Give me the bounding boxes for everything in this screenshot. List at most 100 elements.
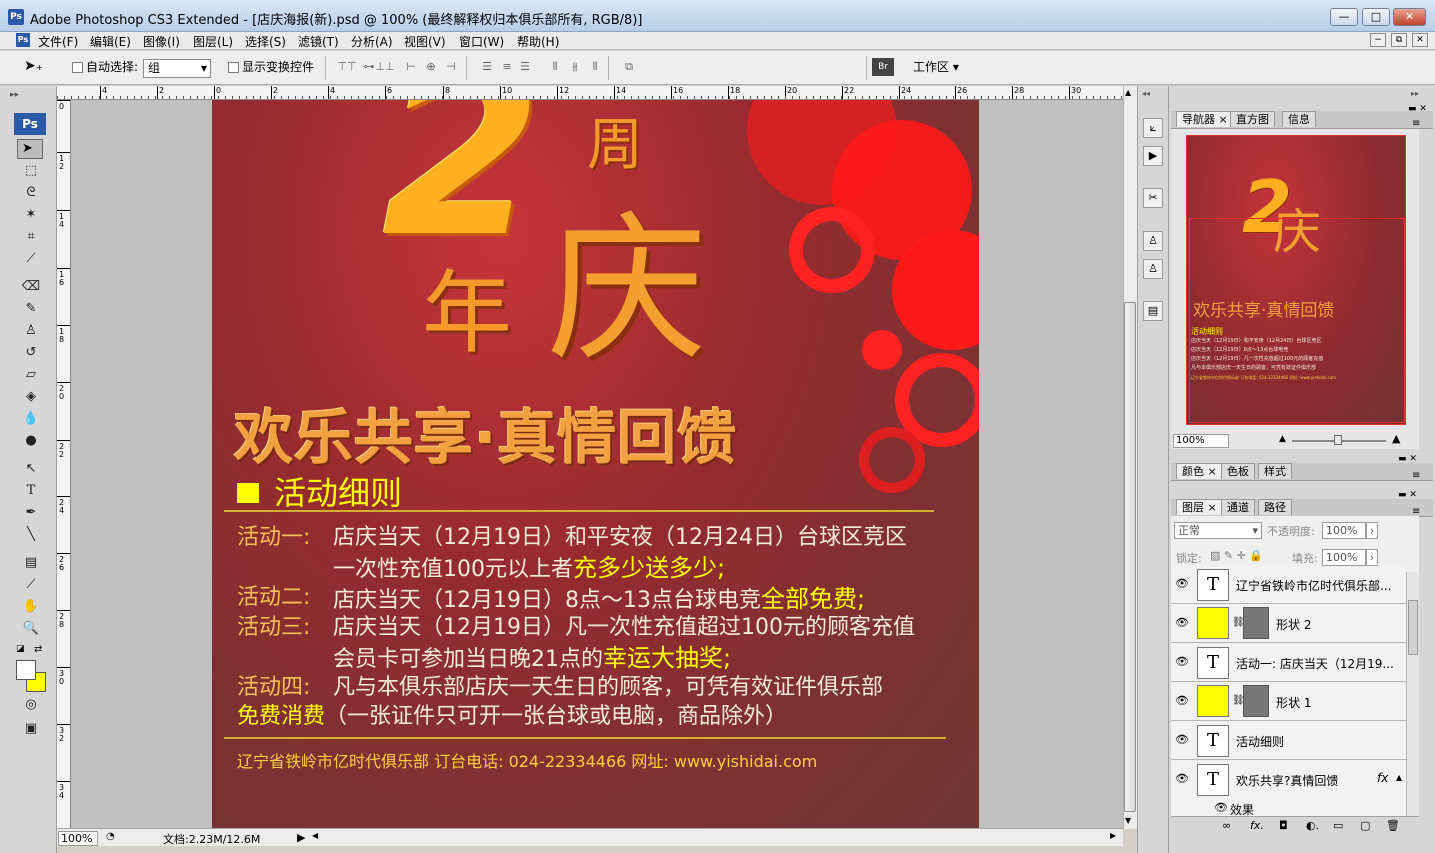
blend-mode-select[interactable]: 正常 ▾ xyxy=(1174,522,1262,539)
lock-icons[interactable]: ▨ ✎ ✛ 🔒 xyxy=(1210,549,1263,562)
add-style-icon[interactable]: fx. xyxy=(1250,819,1264,832)
layer-name[interactable]: 形状 1 xyxy=(1276,694,1311,711)
eye-icon[interactable]: 👁 xyxy=(1175,733,1189,747)
align-top-icon[interactable]: ⊤⊤ xyxy=(336,60,358,74)
auto-select-checkbox[interactable] xyxy=(72,62,83,73)
align-left-icon[interactable]: ⊢ xyxy=(400,60,422,74)
lasso-tool-icon[interactable]: ᘓ xyxy=(20,184,42,202)
collapse-dock-icon[interactable]: ◂◂ xyxy=(1142,89,1150,98)
expand-panels-icon[interactable]: ▸▸ xyxy=(1411,89,1419,98)
dodge-tool-icon[interactable]: ● xyxy=(20,432,42,450)
eye-icon[interactable]: 👁 xyxy=(1175,694,1189,708)
align-right-icon[interactable]: ⊣ xyxy=(440,60,462,74)
opacity-arrow-icon[interactable]: › xyxy=(1366,522,1378,539)
zoom-field[interactable]: 100% xyxy=(58,831,98,846)
layer-name[interactable]: 活动细则 xyxy=(1236,733,1284,750)
tab-styles[interactable]: 样式 xyxy=(1258,463,1292,479)
marquee-tool-icon[interactable]: ⬚ xyxy=(20,162,42,180)
tab-layers[interactable]: 图层 × xyxy=(1176,499,1223,515)
maximize-button[interactable]: □ xyxy=(1362,8,1390,26)
status-menu-icon[interactable]: ◔ xyxy=(106,831,115,842)
menu-edit[interactable]: 编辑(E) xyxy=(90,33,131,50)
eye-icon[interactable]: 👁 xyxy=(1175,655,1189,669)
align-bottom-icon[interactable]: ⊥⊥ xyxy=(374,60,396,74)
clone-source-icon[interactable]: ♙ xyxy=(1143,231,1163,251)
line-tool-icon[interactable]: ╲ xyxy=(20,526,42,544)
move-tool-icon[interactable]: ➤ xyxy=(17,139,43,159)
fill-field[interactable]: 100% xyxy=(1322,549,1366,566)
effect-eye-icon[interactable]: 👁 xyxy=(1214,801,1228,814)
menu-view[interactable]: 视图(V) xyxy=(404,33,446,50)
menu-layer[interactable]: 图层(L) xyxy=(193,33,233,50)
document-icon[interactable]: Ps xyxy=(16,33,30,47)
document-canvas[interactable]: 2 周 年 庆 欢乐共享·真情回馈 活动细则 活动一: 店庆当天（12月19日）… xyxy=(212,100,979,828)
distribute-right-icon[interactable]: ⫴ xyxy=(584,60,606,74)
navigator-zoom-field[interactable]: 100% xyxy=(1173,434,1229,448)
actions-icon[interactable]: ▶ xyxy=(1143,146,1163,166)
tab-histogram[interactable]: 直方图 xyxy=(1230,111,1275,127)
eye-icon[interactable]: 👁 xyxy=(1175,616,1189,630)
auto-align-layers-icon[interactable]: ⧉ xyxy=(618,60,640,74)
expand-effects-icon[interactable]: ▲ xyxy=(1396,773,1402,782)
healing-brush-tool-icon[interactable]: ⌫ xyxy=(20,278,42,296)
eye-icon[interactable]: 👁 xyxy=(1175,577,1189,591)
screen-mode-icon[interactable]: ▣ xyxy=(20,720,42,738)
new-layer-icon[interactable]: ▢ xyxy=(1360,819,1370,832)
add-mask-icon[interactable]: ◘ xyxy=(1279,819,1288,832)
clone-stamp-tool-icon[interactable]: ♙ xyxy=(20,322,42,340)
quick-mask-icon[interactable]: ◎ xyxy=(20,696,42,714)
menu-window[interactable]: 窗口(W) xyxy=(459,33,504,50)
auto-select-dropdown[interactable]: 组 ▾ xyxy=(143,59,211,78)
tool-presets-icon[interactable]: ✂ xyxy=(1143,188,1163,208)
collapse-toolbox-icon[interactable]: ▸▸ xyxy=(10,90,19,100)
fill-arrow-icon[interactable]: › xyxy=(1366,549,1378,566)
path-selection-tool-icon[interactable]: ↖ xyxy=(20,460,42,478)
bridge-icon[interactable]: Br xyxy=(872,58,894,76)
menu-image[interactable]: 图像(I) xyxy=(143,33,180,50)
zoom-out-icon[interactable]: ▲ xyxy=(1279,434,1286,444)
show-transform-checkbox[interactable] xyxy=(228,62,239,73)
layer-comps-icon[interactable]: ▤ xyxy=(1143,301,1163,321)
effects-fx-icon[interactable]: fx xyxy=(1377,771,1388,785)
minimize-button[interactable]: — xyxy=(1330,8,1358,26)
status-arrow-icon[interactable]: ▶ xyxy=(297,831,305,844)
panel-menu-icon[interactable]: ≡ xyxy=(1412,470,1420,481)
brush-presets-icon[interactable]: ⟀ xyxy=(1143,118,1163,138)
menu-analysis[interactable]: 分析(A) xyxy=(351,33,393,50)
layer-name[interactable]: 辽宁省铁岭市亿时代俱乐部... xyxy=(1236,577,1391,594)
scroll-down-arrow-icon[interactable]: ▼ xyxy=(1125,816,1131,825)
align-hcenter-icon[interactable]: ⊕ xyxy=(420,60,442,74)
layer-name[interactable]: 欢乐共享?真情回馈 xyxy=(1236,772,1338,789)
new-group-icon[interactable]: ▭ xyxy=(1333,819,1343,832)
panel-minimize-icon[interactable]: ▬ ✕ xyxy=(1408,104,1427,114)
menu-file[interactable]: 文件(F) xyxy=(38,33,78,50)
scroll-left-arrow-icon[interactable]: ◀ xyxy=(312,831,318,840)
workspace-menu[interactable]: 工作区 ▾ xyxy=(913,58,959,75)
notes-tool-icon[interactable]: ▤ xyxy=(20,554,42,572)
default-colors-icon[interactable]: ◪ xyxy=(16,644,25,654)
horizontal-scrollbar[interactable] xyxy=(310,830,1123,844)
paint-bucket-tool-icon[interactable]: ◈ xyxy=(20,388,42,406)
move-tool-preset-icon[interactable]: ➤₊ xyxy=(24,58,43,74)
doc-restore-button[interactable]: ⧉ xyxy=(1391,33,1407,47)
opacity-field[interactable]: 100% xyxy=(1322,522,1366,539)
layers-scroll-thumb[interactable] xyxy=(1408,600,1418,655)
magic-wand-tool-icon[interactable]: ✶ xyxy=(20,206,42,224)
zoom-tool-icon[interactable]: 🔍 xyxy=(20,620,42,638)
tab-color[interactable]: 颜色 × xyxy=(1176,463,1223,479)
history-icon[interactable]: ♙ xyxy=(1143,259,1163,279)
hand-tool-icon[interactable]: ✋ xyxy=(20,598,42,616)
scroll-right-arrow-icon[interactable]: ▶ xyxy=(1110,831,1116,840)
scroll-up-arrow-icon[interactable]: ▲ xyxy=(1125,88,1131,97)
distribute-bottom-icon[interactable]: ☰ xyxy=(514,60,536,74)
distribute-hcenter-icon[interactable]: ⫵ xyxy=(564,60,586,74)
doc-close-button[interactable]: ✕ xyxy=(1412,33,1428,47)
eyedropper-tool-icon[interactable]: ⟋ xyxy=(20,576,42,594)
link-layers-icon[interactable]: ∞ xyxy=(1222,819,1231,832)
navigator-zoom-knob[interactable] xyxy=(1334,435,1342,445)
blur-tool-icon[interactable]: 💧 xyxy=(20,410,42,428)
panel-menu-icon[interactable]: ≡ xyxy=(1412,118,1420,129)
foreground-color-swatch[interactable] xyxy=(16,660,36,680)
vertical-scroll-thumb[interactable] xyxy=(1124,302,1136,812)
type-tool-icon[interactable]: T xyxy=(20,482,42,500)
